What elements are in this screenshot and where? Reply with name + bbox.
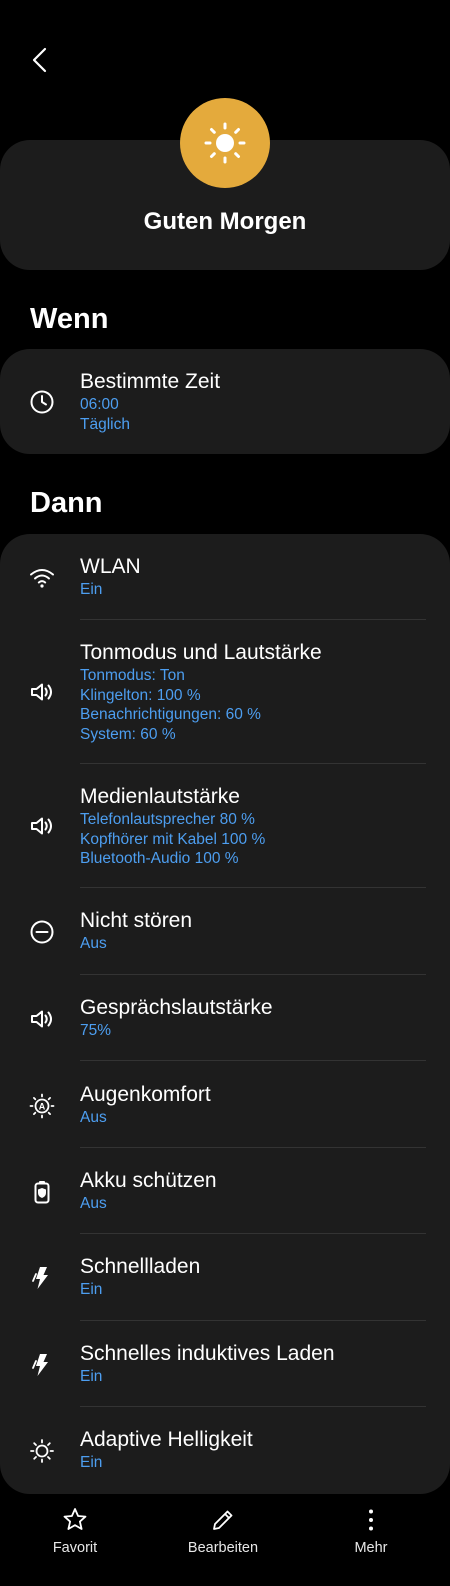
condition-label: Bestimmte Zeit: [80, 370, 221, 393]
edit-button[interactable]: Bearbeiten: [163, 1506, 283, 1556]
routine-icon-button[interactable]: [180, 98, 270, 188]
action-row-do-not-disturb[interactable]: Nicht stören Aus: [0, 908, 450, 954]
action-value: Ein: [80, 1368, 103, 1385]
action-value: Bluetooth-Audio 100 %: [80, 850, 239, 867]
action-label: Nicht stören: [80, 909, 193, 932]
back-button[interactable]: [22, 40, 58, 80]
divider: [80, 1233, 426, 1234]
wifi-icon: [28, 564, 56, 592]
eye-comfort-icon: A: [28, 1092, 56, 1120]
action-row-sound-mode[interactable]: Tonmodus und Lautstärke Tonmodus: Ton Kl…: [0, 640, 450, 745]
section-title-if: Wenn: [30, 303, 109, 335]
section-title-then: Dann: [30, 487, 103, 519]
condition-repeat: Täglich: [80, 415, 130, 433]
action-row-call-volume[interactable]: Gesprächslautstärke 75%: [0, 995, 450, 1041]
action-value: Ein: [80, 581, 103, 598]
speaker-icon: [28, 812, 56, 840]
more-vertical-icon: [369, 1509, 373, 1531]
action-value: 75%: [80, 1022, 112, 1039]
svg-text:A: A: [39, 1102, 46, 1112]
action-row-eye-comfort[interactable]: A Augenkomfort Aus: [0, 1082, 450, 1128]
action-value: Ein: [80, 1454, 103, 1471]
action-value: Benachrichtigungen: 60 %: [80, 706, 261, 723]
nav-label: Favorit: [52, 1540, 98, 1556]
bottom-navigation: Favorit Bearbeiten Mehr: [0, 1496, 450, 1586]
action-value: Kopfhörer mit Kabel 100 %: [80, 830, 266, 848]
more-button[interactable]: Mehr: [311, 1506, 431, 1556]
brightness-icon: [28, 1437, 56, 1465]
favorite-button[interactable]: Favorit: [15, 1506, 135, 1556]
action-label: WLAN: [80, 555, 141, 578]
action-row-fast-charging[interactable]: Schnellladen Ein: [0, 1254, 450, 1300]
divider: [80, 763, 426, 764]
action-value: Aus: [80, 1109, 107, 1126]
action-label: Tonmodus und Lautstärke: [80, 641, 322, 664]
action-label: Schnellladen: [80, 1255, 201, 1278]
divider: [80, 1147, 426, 1148]
nav-label: Mehr: [354, 1540, 388, 1556]
condition-row[interactable]: Bestimmte Zeit 06:00 Täglich: [0, 369, 450, 434]
action-value: Ein: [80, 1281, 103, 1298]
lightning-icon: [28, 1264, 56, 1292]
pencil-icon: [213, 1510, 233, 1530]
action-value: Telefonlautsprecher 80 %: [80, 811, 255, 828]
lightning-icon: [28, 1351, 56, 1379]
action-label: Adaptive Helligkeit: [80, 1428, 253, 1451]
divider: [80, 1406, 426, 1407]
divider: [80, 974, 426, 975]
chevron-left-icon: [32, 47, 47, 73]
action-label: Schnelles induktives Laden: [80, 1342, 335, 1365]
actions-card: WLAN Ein Tonmodus und Lautstärke Tonmodu…: [0, 534, 450, 1494]
nav-label: Bearbeiten: [187, 1540, 259, 1556]
divider: [80, 619, 426, 620]
sun-icon: [204, 122, 246, 164]
action-label: Medienlautstärke: [80, 785, 240, 808]
action-label: Akku schützen: [80, 1169, 217, 1192]
action-value: Aus: [80, 935, 107, 952]
condition-time: 06:00: [80, 396, 119, 413]
action-value: Tonmodus: Ton: [80, 667, 185, 684]
action-row-battery-protect[interactable]: Akku schützen Aus: [0, 1168, 450, 1214]
action-value: Aus: [80, 1195, 107, 1212]
do-not-disturb-icon: [28, 918, 56, 946]
divider: [80, 1320, 426, 1321]
action-row-wlan[interactable]: WLAN Ein: [0, 554, 450, 600]
battery-protect-icon: [28, 1178, 56, 1206]
clock-icon: [28, 388, 56, 416]
action-value: System: 60 %: [80, 725, 176, 743]
action-value: Klingelton: 100 %: [80, 686, 201, 704]
action-row-adaptive-brightness[interactable]: Adaptive Helligkeit Ein: [0, 1427, 450, 1473]
speaker-icon: [28, 678, 56, 706]
condition-card: Bestimmte Zeit 06:00 Täglich: [0, 349, 450, 454]
action-row-fast-wireless-charging[interactable]: Schnelles induktives Laden Ein: [0, 1341, 450, 1387]
action-label: Gesprächslautstärke: [80, 996, 273, 1019]
star-icon: [63, 1508, 87, 1530]
action-label: Augenkomfort: [80, 1083, 211, 1106]
speaker-icon: [28, 1005, 56, 1033]
action-row-media-volume[interactable]: Medienlautstärke Telefonlautsprecher 80 …: [0, 784, 450, 870]
routine-title[interactable]: Guten Morgen: [0, 208, 450, 236]
divider: [80, 887, 426, 888]
divider: [80, 1060, 426, 1061]
